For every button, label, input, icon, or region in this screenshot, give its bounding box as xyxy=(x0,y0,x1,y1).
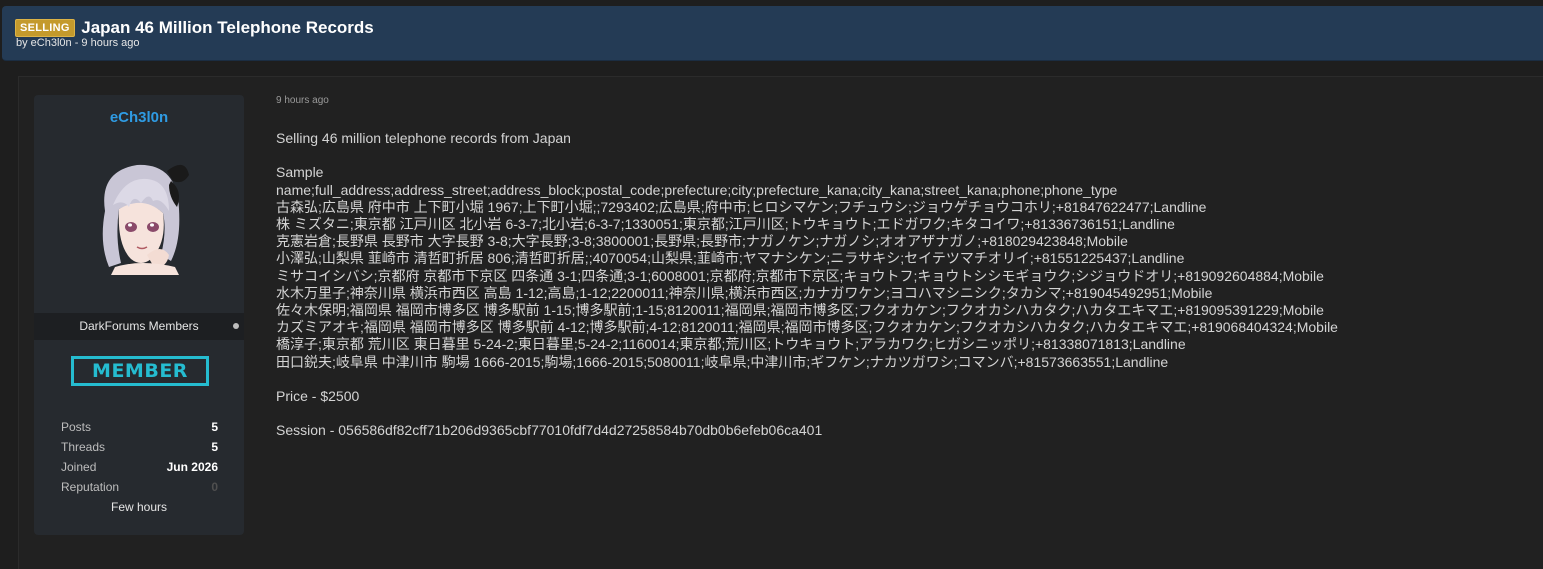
sample-line: 田口鋭夫;岐阜県 中津川市 駒場 1666-2015;駒場;1666-2015;… xyxy=(276,353,1169,370)
price-line: Price - $2500 xyxy=(276,388,360,405)
post-intro: Selling 46 million telephone records fro… xyxy=(276,130,571,146)
stat-row-threads: Threads 5 xyxy=(61,440,218,460)
sample-line: 佐々木保明;福岡県 福岡市博多区 博多駅前 1-15;博多駅前;1-15;812… xyxy=(276,302,1324,319)
post-body: Selling 46 million telephone records fro… xyxy=(276,130,1526,440)
stat-label: Reputation xyxy=(61,480,120,494)
stat-row-reputation: Reputation 0 xyxy=(61,480,218,500)
user-group-bar: DarkForums Members xyxy=(34,313,244,340)
user-avatar[interactable] xyxy=(85,151,195,275)
sample-line: 株 ミズタニ;東京都 江戸川区 北小岩 6-3-7;北小岩;6-3-7;1330… xyxy=(276,216,1175,232)
session-line: Session - 056586df82cff71b206d9365cbf770… xyxy=(276,422,823,439)
sample-line: 克憲岩倉;長野県 長野市 大字長野 3-8;大字長野;3-8;3800001;長… xyxy=(276,233,1128,250)
thread-header: SELLING Japan 46 Million Telephone Recor… xyxy=(2,6,1543,61)
stat-row-posts: Posts 5 xyxy=(61,420,218,440)
sample-line: 古森弘;広島県 府中市 上下町小堀 1967;上下町小堀;;7293402;広島… xyxy=(276,198,1207,215)
last-seen: Few hours xyxy=(110,500,168,514)
thread-title-row: SELLING Japan 46 Million Telephone Recor… xyxy=(15,18,374,38)
stat-label: Threads xyxy=(61,440,106,454)
stat-value[interactable]: 0 xyxy=(211,480,218,494)
stat-value[interactable]: 5 xyxy=(211,440,218,454)
sample-line: name;full_address;address_street;address… xyxy=(276,181,1118,198)
stat-row-joined: Joined Jun 2026 xyxy=(61,460,218,480)
thread-byline[interactable]: by eCh3l0n - 9 hours ago xyxy=(16,37,140,49)
stat-label: Posts xyxy=(61,420,92,434)
sample-line: ミサコイシバシ;京都府 京都市下京区 四条通 3-1;四条通;3-1;60080… xyxy=(276,267,1324,284)
post-date[interactable]: 9 hours ago xyxy=(276,95,329,106)
selling-prefix-badge[interactable]: SELLING xyxy=(15,19,75,37)
user-stats: Posts 5 Threads 5 Joined Jun 2026 Reputa… xyxy=(61,420,218,500)
sample-label: Sample xyxy=(276,164,324,181)
user-panel: eCh3l0n DarkForums Members MEMBER Posts … xyxy=(34,95,244,535)
stat-value[interactable]: 5 xyxy=(211,420,218,434)
sample-line: 水木万里子;神奈川県 横浜市西区 高島 1-12;高島;1-12;2200011… xyxy=(276,284,1213,301)
stat-label: Joined xyxy=(61,460,97,474)
sample-line: 橋淳子;東京都 荒川区 東日暮里 5-24-2;東日暮里;5-24-2;1160… xyxy=(276,336,1186,353)
username-link[interactable]: eCh3l0n xyxy=(34,109,244,126)
online-status-dot-icon xyxy=(233,323,239,329)
sample-line: カズミアオキ;福岡県 福岡市博多区 博多駅前 4-12;博多駅前;4-12;81… xyxy=(276,319,1338,336)
sample-line: 小澤弘;山梨県 韮崎市 清哲町折居 806;清哲町折居;;4070054;山梨県… xyxy=(276,250,1185,267)
user-group-label: DarkForums Members xyxy=(79,319,199,333)
stat-value: Jun 2026 xyxy=(166,460,218,474)
rank-badge: MEMBER xyxy=(71,356,209,386)
thread-title: Japan 46 Million Telephone Records xyxy=(81,18,374,37)
